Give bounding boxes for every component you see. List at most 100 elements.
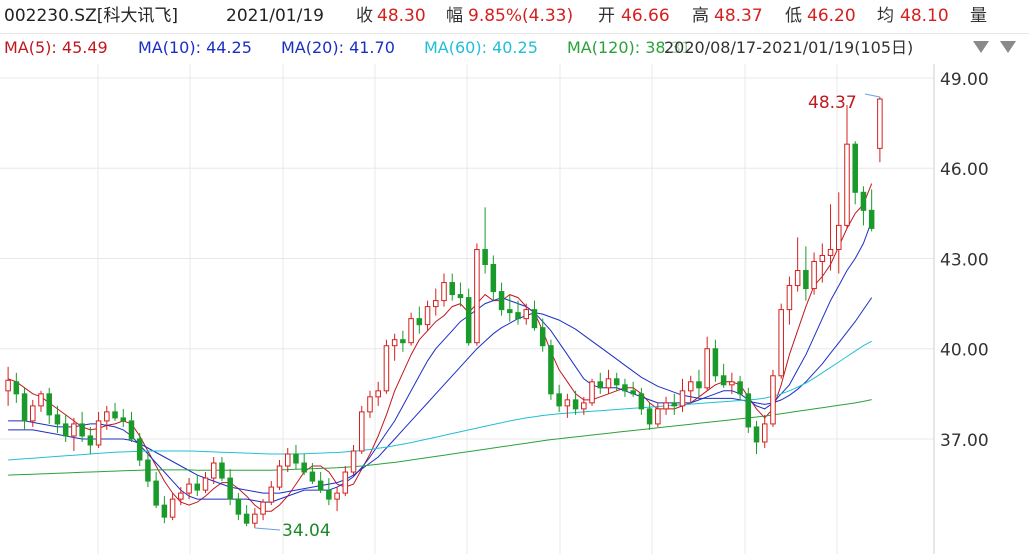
- settings-triangle-icon[interactable]: [1000, 41, 1016, 53]
- candle-body: [30, 405, 36, 422]
- candle-body: [178, 492, 184, 500]
- candle: [367, 390, 373, 418]
- candle-body: [852, 143, 858, 193]
- candle: [326, 478, 332, 506]
- annotations: 48.37 34.04: [254, 93, 880, 541]
- legend-ma5[interactable]: MA(5): 45.49: [4, 38, 108, 58]
- y-tick-label: 37.00: [940, 431, 989, 451]
- legend-ma20[interactable]: MA(20): 41.70: [281, 38, 395, 58]
- candle-body: [400, 339, 406, 344]
- candle: [284, 447, 291, 473]
- candle: [260, 499, 266, 521]
- candle: [507, 294, 513, 322]
- candle-body: [564, 399, 571, 407]
- high-label: 高: [692, 6, 709, 26]
- candle-body: [161, 504, 168, 518]
- candle-body: [334, 492, 340, 500]
- legend-ma60[interactable]: MA(60): 40.25: [424, 38, 538, 58]
- candle: [79, 411, 85, 442]
- candle: [622, 378, 628, 397]
- candle-body: [704, 348, 710, 389]
- open-label: 开: [598, 6, 615, 26]
- candle: [778, 303, 784, 379]
- open-value: 46.66: [621, 6, 670, 26]
- candle-body: [194, 483, 201, 491]
- candle: [753, 420, 760, 454]
- candle: [720, 363, 727, 388]
- candle-body: [581, 402, 587, 410]
- candle-body: [424, 306, 431, 326]
- candle-body: [613, 378, 620, 386]
- candle-body: [720, 375, 727, 386]
- quote-date: 2021/01/19: [226, 6, 324, 26]
- max-price-label: 48.37: [808, 93, 857, 113]
- candle: [38, 390, 44, 412]
- candle: [712, 339, 719, 382]
- candle: [671, 393, 678, 415]
- candle-body: [293, 453, 299, 464]
- candle: [350, 444, 357, 476]
- candle: [663, 396, 669, 415]
- candle-body: [38, 393, 44, 407]
- candle: [21, 387, 28, 430]
- candle-body: [786, 285, 793, 311]
- candle: [169, 493, 176, 521]
- candle: [153, 472, 159, 509]
- candle-body: [317, 480, 324, 491]
- y-tick-label: 46.00: [940, 160, 989, 180]
- candle: [803, 246, 809, 301]
- candle-body: [655, 408, 661, 425]
- y-tick-label: 49.00: [940, 70, 989, 90]
- candle-body: [531, 309, 538, 329]
- candle-body: [62, 423, 69, 437]
- candle-body: [646, 408, 653, 425]
- candle-body: [358, 411, 365, 452]
- candle: [589, 378, 595, 406]
- candle-body: [416, 318, 423, 326]
- candle: [219, 457, 225, 482]
- close-value: 48.30: [377, 6, 426, 26]
- candle: [252, 508, 258, 528]
- candle: [737, 375, 743, 400]
- candle-body: [87, 435, 94, 446]
- stock-header: 002230.SZ[科大讯飞] 2021/01/19 收 48.30 幅 9.8…: [0, 0, 1029, 34]
- low-value: 46.20: [807, 6, 856, 26]
- high-value: 48.37: [714, 6, 763, 26]
- candle: [227, 469, 233, 506]
- candle: [13, 372, 20, 403]
- candle: [375, 381, 381, 406]
- candle-body: [202, 477, 209, 491]
- collapse-triangle-icon[interactable]: [973, 41, 989, 53]
- candle: [95, 411, 102, 448]
- candle-body: [342, 471, 349, 494]
- candle: [465, 288, 472, 346]
- candle-body: [104, 411, 110, 422]
- candle: [358, 405, 365, 454]
- candle-body: [13, 381, 20, 395]
- candle-body: [836, 224, 842, 250]
- ma-line-ma120: [8, 399, 872, 476]
- candle-body: [465, 297, 472, 344]
- candle: [548, 339, 554, 400]
- candle-body: [210, 462, 217, 479]
- candle: [687, 375, 694, 403]
- candle-body: [128, 420, 135, 440]
- ma-legend: MA(5): 45.49 MA(10): 44.25 MA(20): 41.70…: [0, 34, 1029, 64]
- candle: [523, 303, 530, 325]
- change-value: 9.85%(4.33): [468, 6, 574, 26]
- candlestick-chart[interactable]: 49.00 46.00 43.00 40.00 37.00 48.37 34.0…: [0, 64, 1029, 554]
- candle-body: [243, 513, 250, 524]
- candle-body: [391, 339, 398, 347]
- candles: [5, 96, 883, 528]
- candle-body: [145, 459, 151, 482]
- candle: [638, 387, 645, 415]
- candle-body: [5, 379, 11, 392]
- low-label: 低: [785, 6, 802, 26]
- candle: [531, 300, 538, 331]
- candle: [449, 273, 455, 301]
- legend-ma10[interactable]: MA(10): 44.25: [138, 38, 252, 58]
- candle-body: [112, 411, 118, 419]
- candle-body: [803, 270, 809, 290]
- candle-body: [301, 462, 307, 473]
- candle-body: [276, 465, 283, 488]
